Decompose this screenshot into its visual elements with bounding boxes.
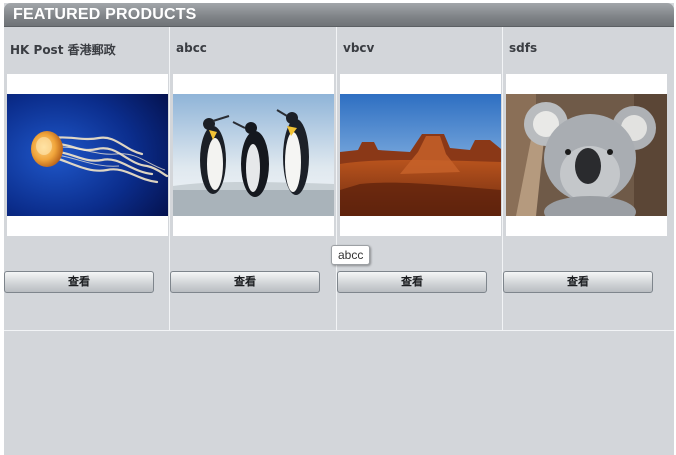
panel-title: FEATURED PRODUCTS [13,6,197,23]
product-name[interactable]: vbcv [343,41,374,55]
product-card: HK Post 香港郵政 查看 [4,27,169,330]
product-card: abcc 查看 [170,27,335,330]
product-name[interactable]: HK Post 香港郵政 [10,41,116,58]
featured-products-panel: FEATURED PRODUCTS HK Post 香港郵政 查看 abcc 查… [4,3,674,455]
panel-header: FEATURED PRODUCTS [4,3,674,27]
jellyfish-photo[interactable] [7,94,168,216]
koala-photo[interactable] [506,94,667,216]
desert-mesa-photo[interactable] [340,94,501,216]
product-name[interactable]: sdfs [509,41,537,55]
product-card: vbcv 查看 [337,27,502,330]
product-image-frame[interactable] [173,74,334,236]
product-card: sdfs 查看 [503,27,668,330]
view-button[interactable]: 查看 [337,271,487,293]
view-button[interactable]: 查看 [170,271,320,293]
product-grid: HK Post 香港郵政 查看 abcc 查看 vbcv 查看 sdfs 查看 [4,27,674,331]
product-image-frame[interactable] [340,74,501,236]
product-name[interactable]: abcc [176,41,207,55]
view-button[interactable]: 查看 [4,271,154,293]
product-image-frame[interactable] [506,74,667,236]
product-image-frame[interactable] [7,74,168,236]
image-tooltip: abcc [331,245,371,265]
penguins-photo[interactable] [173,94,334,216]
view-button[interactable]: 查看 [503,271,653,293]
